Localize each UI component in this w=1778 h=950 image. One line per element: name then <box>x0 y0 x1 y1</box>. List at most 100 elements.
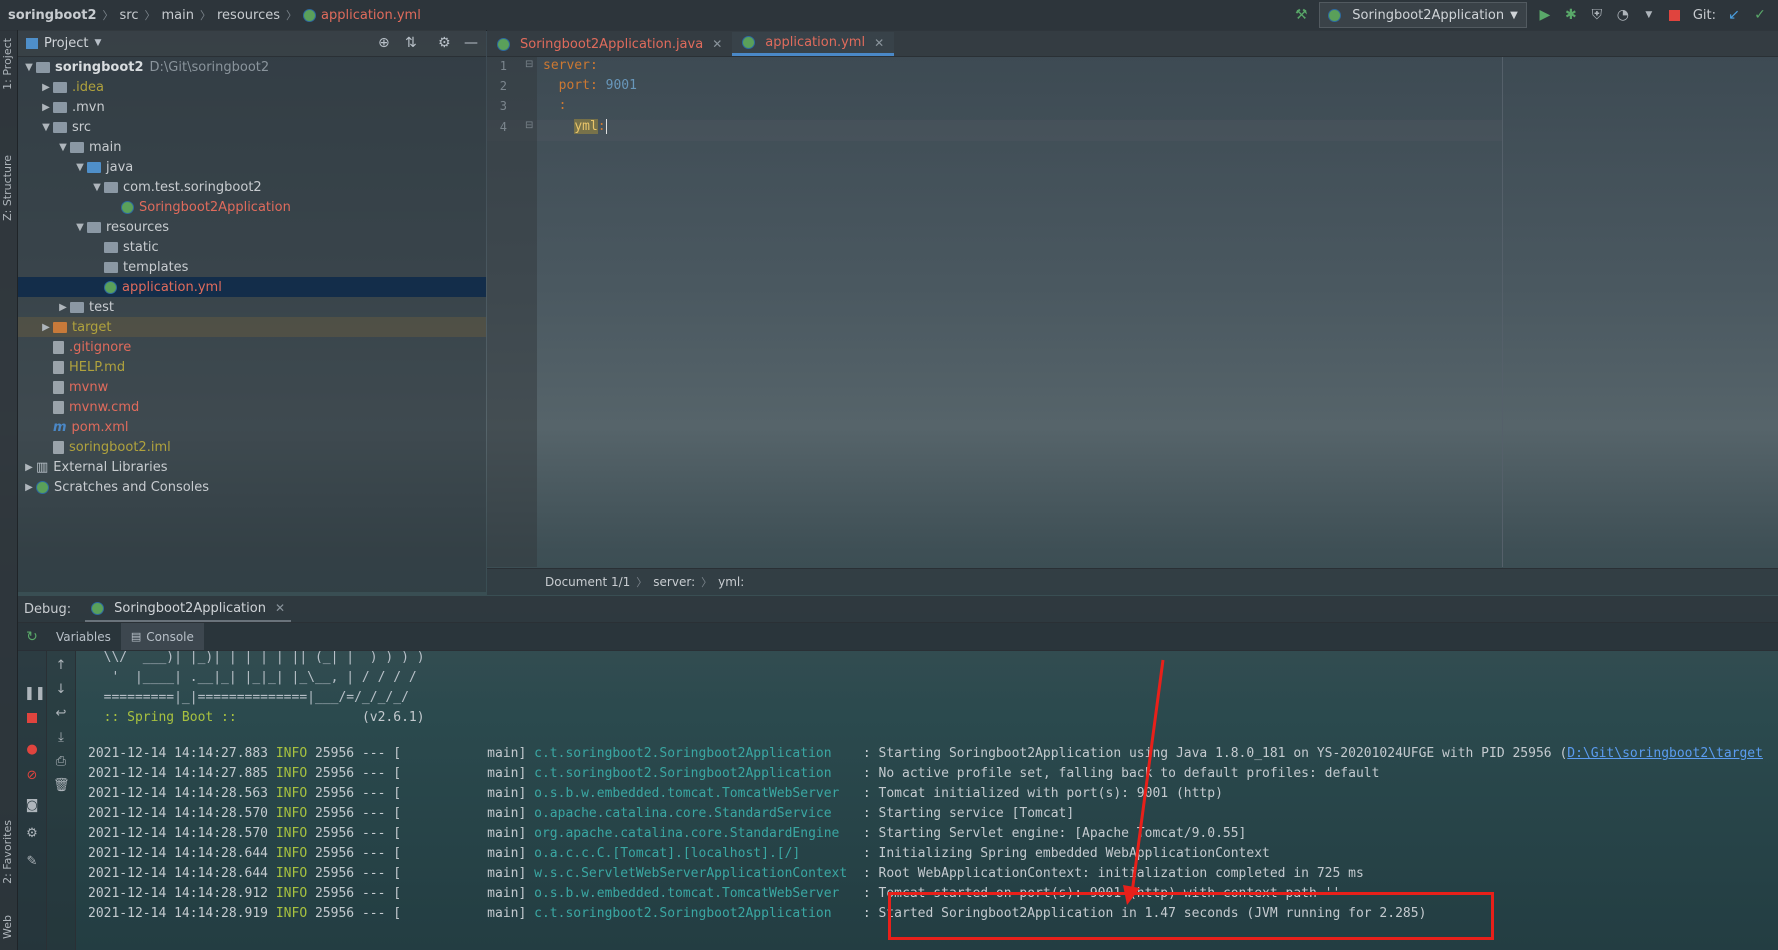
scroll-up-arrow-icon[interactable]: ↑ <box>53 658 69 674</box>
stop-icon[interactable] <box>24 712 40 728</box>
tab-console[interactable]: ▤ Console <box>120 623 204 650</box>
folder-icon <box>53 81 67 93</box>
tree-item[interactable]: ▶ .mvn <box>18 97 486 117</box>
build-hammer-icon[interactable]: ⚒ <box>1293 7 1309 23</box>
gear-icon[interactable]: ⚙ <box>24 826 40 842</box>
expanded-arrow-icon[interactable]: ▼ <box>39 122 53 133</box>
tree-item[interactable]: Soringboot2Application <box>18 197 486 217</box>
tree-item[interactable]: HELP.md <box>18 357 486 377</box>
git-commit-check-icon[interactable]: ✓ <box>1752 7 1768 23</box>
tree-item[interactable]: ▼ soringboot2 D:\Git\soringboot2 <box>18 57 486 77</box>
tree-item[interactable]: static <box>18 237 486 257</box>
tree-item[interactable]: ▼ resources <box>18 217 486 237</box>
print-icon[interactable]: ⎙ <box>53 754 69 770</box>
pause-icon[interactable]: ❚❚ <box>24 686 46 702</box>
view-breakpoints-icon[interactable]: ● <box>24 742 40 758</box>
close-icon[interactable]: ✕ <box>275 601 285 615</box>
side-tab-structure[interactable]: Z: Structure <box>1 155 14 221</box>
tree-item[interactable]: templates <box>18 257 486 277</box>
tree-item[interactable]: ▶ Scratches and Consoles <box>18 477 486 497</box>
expanded-arrow-icon[interactable]: ▼ <box>73 162 87 173</box>
soft-wrap-icon[interactable]: ↩ <box>53 706 69 722</box>
tree-item[interactable]: .gitignore <box>18 337 486 357</box>
fold-marker-icon[interactable]: ⊟ <box>525 59 533 70</box>
editor-tab-yml[interactable]: application.yml ✕ <box>732 32 895 56</box>
folder-icon <box>70 301 84 313</box>
breadcrumb-src[interactable]: src <box>120 8 139 23</box>
tree-item[interactable]: mvnw.cmd <box>18 397 486 417</box>
run-icon[interactable]: ▶ <box>1537 7 1553 23</box>
side-tab-favorites[interactable]: 2: Favorites <box>1 820 14 884</box>
tree-item[interactable]: ▼ src <box>18 117 486 137</box>
collapsed-arrow-icon[interactable]: ▶ <box>56 302 70 313</box>
collapsed-arrow-icon[interactable]: ▶ <box>39 82 53 93</box>
close-icon[interactable]: ✕ <box>874 36 884 50</box>
expanded-arrow-icon[interactable]: ▼ <box>56 142 70 153</box>
mute-breakpoints-icon[interactable]: ⊘ <box>24 768 40 784</box>
tree-item[interactable]: m pom.xml <box>18 417 486 437</box>
hide-minus-icon[interactable]: — <box>464 35 478 51</box>
code-editor[interactable]: server: port: 9001 : yml: <box>537 57 1502 567</box>
yaml-path-yml[interactable]: yml: <box>718 575 744 589</box>
tree-item[interactable]: ▶ ▥ External Libraries <box>18 457 486 477</box>
breadcrumb-file[interactable]: application.yml <box>321 8 421 23</box>
project-view-title[interactable]: Project <box>44 36 88 51</box>
camera-icon[interactable]: ◙ <box>24 798 40 814</box>
debug-session-tab[interactable]: Soringboot2Application ✕ <box>85 596 292 622</box>
tree-item[interactable]: ▼ java <box>18 157 486 177</box>
git-update-arrow-icon[interactable]: ↙ <box>1726 7 1742 23</box>
yaml-path-server[interactable]: server: <box>653 575 695 589</box>
package-icon <box>104 181 118 193</box>
tab-variables[interactable]: Variables <box>46 623 121 650</box>
document-indicator[interactable]: Document 1/1 <box>545 575 630 589</box>
breadcrumb-project[interactable]: soringboot2 <box>8 8 97 23</box>
scroll-down-arrow-icon[interactable]: ↓ <box>53 682 69 698</box>
collapsed-arrow-icon[interactable]: ▶ <box>39 102 53 113</box>
chevron-down-icon[interactable]: ▼ <box>94 38 101 48</box>
breadcrumb-main[interactable]: main <box>162 8 194 23</box>
chevron-down-icon[interactable]: ▼ <box>1641 7 1657 23</box>
close-icon[interactable]: ✕ <box>712 37 722 51</box>
editor-tab-java[interactable]: Soringboot2Application.java ✕ <box>487 32 732 56</box>
breadcrumb-resources[interactable]: resources <box>217 8 280 23</box>
side-tab-web[interactable]: Web <box>1 915 14 939</box>
pin-icon[interactable]: ✎ <box>24 854 40 870</box>
scratches-icon <box>36 480 49 494</box>
gear-icon[interactable]: ⚙ <box>438 35 451 51</box>
run-configuration-select[interactable]: Soringboot2Application ▼ <box>1319 2 1527 28</box>
banner-line: ' |____| .__|_| |_|_| |_\__, | / / / / <box>88 670 417 685</box>
expanded-arrow-icon[interactable]: ▼ <box>22 62 36 73</box>
collapsed-arrow-icon[interactable]: ▶ <box>22 462 36 473</box>
breadcrumb-separator: 〉 <box>286 9 298 22</box>
collapsed-arrow-icon[interactable]: ▶ <box>22 482 36 493</box>
debug-bug-icon[interactable]: ✱ <box>1563 7 1579 23</box>
side-tab-project[interactable]: 1: Project <box>1 38 14 90</box>
tab-console-label: Console <box>146 629 194 644</box>
rerun-icon[interactable]: ↻ <box>18 629 46 645</box>
scroll-to-end-icon[interactable]: ⤓ <box>53 730 69 746</box>
log-line: 2021-12-14 14:14:28.563 INFO 25956 --- [… <box>88 786 1223 801</box>
debug-action-toolbar: ❚❚ ● ⊘ ◙ ⚙ ✎ <box>18 650 47 950</box>
tree-item[interactable]: application.yml <box>18 277 486 297</box>
log-path-link[interactable]: D:\Git\soringboot2\target <box>1567 746 1763 761</box>
trash-icon[interactable]: 🗑 <box>53 778 70 794</box>
locate-target-icon[interactable]: ⊕ <box>378 35 390 51</box>
fold-marker-icon[interactable]: ⊟ <box>525 120 533 131</box>
tree-item[interactable]: ▼ main <box>18 137 486 157</box>
collapsed-arrow-icon[interactable]: ▶ <box>39 322 53 333</box>
file-icon <box>53 360 64 374</box>
log-logger: c.t.soringboot2.Soringboot2Application <box>534 746 848 761</box>
stop-icon[interactable] <box>1667 7 1683 23</box>
tree-item[interactable]: ▶ target <box>18 317 486 337</box>
tree-item[interactable]: mvnw <box>18 377 486 397</box>
profiler-icon[interactable]: ◔ <box>1615 7 1631 23</box>
collapse-all-icon[interactable]: ⇅ <box>405 35 417 51</box>
coverage-shield-icon[interactable]: ⛨ <box>1589 7 1605 23</box>
expanded-arrow-icon[interactable]: ▼ <box>90 182 104 193</box>
tree-item[interactable]: ▶ test <box>18 297 486 317</box>
expanded-arrow-icon[interactable]: ▼ <box>73 222 87 233</box>
breadcrumb-separator: 〉 <box>144 9 156 22</box>
tree-item[interactable]: ▼ com.test.soringboot2 <box>18 177 486 197</box>
tree-item[interactable]: ▶ .idea <box>18 77 486 97</box>
tree-item[interactable]: soringboot2.iml <box>18 437 486 457</box>
